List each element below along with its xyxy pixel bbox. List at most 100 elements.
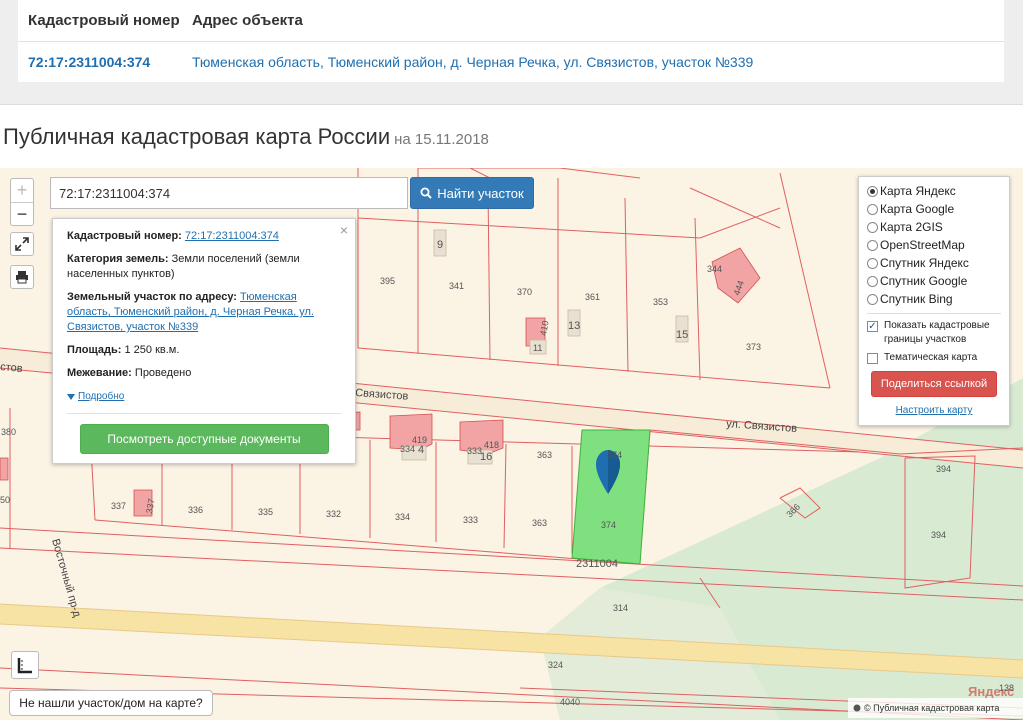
layer-option-label: Карта Яндекс — [880, 184, 956, 198]
radio-icon — [867, 257, 878, 269]
popup-more-label: Подробно — [78, 391, 125, 402]
parcel-label: 15 — [676, 329, 688, 341]
popup-area-label: Площадь: — [67, 344, 122, 356]
parcel-info-popup: × Кадастровый номер: 72:17:2311004:374 К… — [52, 218, 356, 464]
parcel-label: 344 — [707, 264, 722, 274]
show-borders-checkbox[interactable]: ✓ Показать кадастровые границы участков — [867, 319, 1001, 347]
layer-option-label: Спутник Яндекс — [880, 256, 969, 270]
layer-option-osm[interactable]: OpenStreetMap — [867, 236, 1001, 254]
parcel-label: 334 — [395, 512, 410, 522]
search-icon — [420, 187, 432, 199]
cadastral-search-input[interactable] — [50, 177, 408, 209]
show-borders-label: Показать кадастровые границы участков — [884, 320, 990, 345]
popup-number-link[interactable]: 72:17:2311004:374 — [185, 230, 279, 242]
parcel-label: 11 — [533, 343, 542, 353]
parcel-label: 4 — [418, 444, 424, 456]
copyright-text: © Публичная кадастровая карта — [864, 703, 1000, 713]
parcel-label: 314 — [613, 603, 628, 613]
setup-map-link[interactable]: Настроить карту — [867, 405, 1001, 416]
parcel-label: 13 — [568, 320, 580, 332]
parcel-label: 9 — [437, 239, 443, 251]
parcel-label: 394 — [936, 464, 951, 474]
fullscreen-button[interactable] — [10, 232, 34, 256]
layer-option-label: Карта Google — [880, 202, 955, 216]
parcel-label: 334 — [400, 444, 415, 454]
layer-option-label: Спутник Bing — [880, 292, 953, 306]
layer-option-yandex-satellite[interactable]: Спутник Яндекс — [867, 254, 1001, 272]
ruler-icon — [17, 658, 32, 674]
parcel-label: 363 — [537, 450, 552, 460]
header-number: Кадастровый номер — [28, 12, 180, 29]
map-copyright: © Публичная кадастровая карта — [848, 698, 1023, 718]
result-number-link[interactable]: 72:17:2311004:374 — [18, 54, 192, 70]
ruler-button[interactable] — [11, 651, 39, 679]
thematic-map-label: Тематическая карта — [884, 352, 978, 363]
zoom-in-button[interactable]: + — [11, 179, 33, 202]
popup-area-value: 1 250 кв.м. — [124, 344, 180, 356]
yandex-logo: Яндекс — [968, 684, 1015, 699]
page-title-date: на 15.11.2018 — [394, 131, 489, 148]
header-address: Адрес объекта — [192, 12, 303, 29]
layer-option-google-satellite[interactable]: Спутник Google — [867, 272, 1001, 290]
expand-icon — [15, 237, 29, 251]
parcel-label: 374 — [607, 450, 622, 460]
layer-option-yandex-map[interactable]: Карта Яндекс — [867, 182, 1001, 200]
popup-category-label: Категория земель: — [67, 253, 169, 265]
layer-option-label: Карта 2GIS — [880, 220, 943, 234]
share-link-button[interactable]: Поделиться ссылкой — [871, 371, 997, 397]
result-table-row[interactable]: 72:17:2311004:374 Тюменская область, Тюм… — [18, 42, 1004, 82]
cadastral-map[interactable]: 9 341 395 370 361 13 353 15 344 373 11 4… — [0, 168, 1023, 720]
popup-number: Кадастровый номер: 72:17:2311004:374 — [67, 229, 341, 244]
checkbox-checked-icon: ✓ — [867, 321, 878, 332]
radio-icon — [867, 293, 878, 305]
parcel-label: 4040 — [560, 697, 580, 707]
parcel-label: 336 — [188, 505, 203, 515]
result-table-header: Кадастровый номер Адрес объекта — [18, 0, 1004, 42]
info-icon — [853, 704, 861, 712]
radio-icon — [867, 185, 878, 197]
layer-option-bing-satellite[interactable]: Спутник Bing — [867, 290, 1001, 308]
popup-category: Категория земель: Земли поселений (земли… — [67, 252, 341, 282]
printer-icon — [16, 271, 28, 284]
parcel-label: 16 — [480, 451, 492, 463]
zoom-control: + − — [10, 178, 34, 226]
checkbox-icon — [867, 353, 878, 364]
zoom-out-button[interactable]: − — [11, 202, 33, 225]
popup-close-icon[interactable]: × — [340, 223, 348, 238]
street-label-left: стов — [0, 361, 23, 375]
popup-area: Площадь: 1 250 кв.м. — [67, 343, 341, 358]
thematic-map-checkbox[interactable]: Тематическая карта — [867, 351, 1001, 365]
parcel-label: 332 — [326, 509, 341, 519]
quarter-label: 2311004 — [576, 558, 618, 570]
parcel-label: 50 — [0, 495, 10, 505]
result-address-link[interactable]: Тюменская область, Тюменский район, д. Ч… — [192, 54, 753, 70]
parcel-label: 335 — [258, 507, 273, 517]
popup-address: Земельный участок по адресу: Тюменская о… — [67, 290, 341, 335]
radio-icon — [867, 275, 878, 287]
layers-divider — [867, 313, 1001, 314]
layer-option-google-map[interactable]: Карта Google — [867, 200, 1001, 218]
print-button[interactable] — [10, 265, 34, 289]
parcel-label: 341 — [449, 281, 464, 291]
parcel-label: 394 — [931, 530, 946, 540]
radio-icon — [867, 239, 878, 251]
parcel-label: 373 — [746, 342, 761, 352]
popup-survey-label: Межевание: — [67, 367, 132, 379]
find-parcel-label: Найти участок — [437, 185, 524, 201]
view-documents-button[interactable]: Посмотреть доступные документы — [79, 423, 329, 454]
popup-address-label: Земельный участок по адресу: — [67, 291, 237, 303]
find-parcel-button[interactable]: Найти участок — [410, 177, 534, 209]
parcel-label: 363 — [532, 518, 547, 528]
layer-option-2gis-map[interactable]: Карта 2GIS — [867, 218, 1001, 236]
parcel-label: 380 — [1, 427, 16, 437]
radio-icon — [867, 203, 878, 215]
popup-divider — [67, 412, 341, 414]
page-title-main: Публичная кадастровая карта России — [3, 124, 391, 149]
popup-more-link[interactable]: Подробно — [67, 389, 124, 404]
radio-icon — [867, 221, 878, 233]
result-table: Кадастровый номер Адрес объекта 72:17:23… — [18, 0, 1004, 82]
parcel-label: 337 — [111, 501, 126, 511]
parcel-label: 395 — [380, 276, 395, 286]
not-found-button[interactable]: Не нашли участок/дом на карте? — [9, 690, 213, 716]
parcel-label: 324 — [548, 660, 563, 670]
